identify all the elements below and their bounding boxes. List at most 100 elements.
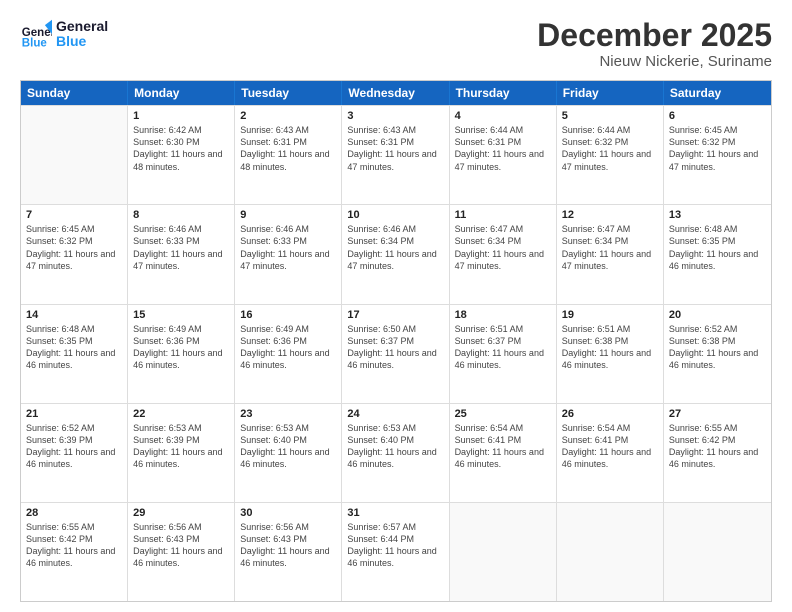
day-number: 16: [240, 309, 336, 321]
cell-info: Sunrise: 6:52 AM Sunset: 6:38 PM Dayligh…: [669, 323, 766, 372]
header-day-thursday: Thursday: [450, 81, 557, 105]
svg-text:Blue: Blue: [22, 37, 48, 49]
day-number: 15: [133, 309, 229, 321]
calendar-cell: 22 Sunrise: 6:53 AM Sunset: 6:39 PM Dayli…: [128, 404, 235, 502]
calendar-cell: 4 Sunrise: 6:44 AM Sunset: 6:31 PM Daylig…: [450, 106, 557, 204]
day-number: 29: [133, 507, 229, 519]
day-number: 25: [455, 408, 551, 420]
cell-info: Sunrise: 6:53 AM Sunset: 6:40 PM Dayligh…: [240, 422, 336, 471]
cell-info: Sunrise: 6:56 AM Sunset: 6:43 PM Dayligh…: [133, 521, 229, 570]
day-number: 18: [455, 309, 551, 321]
cell-info: Sunrise: 6:43 AM Sunset: 6:31 PM Dayligh…: [347, 124, 443, 173]
day-number: 4: [455, 110, 551, 122]
logo-general: General: [56, 19, 108, 34]
calendar-cell: 26Sunrise: 6:54 AM Sunset: 6:41 PM Dayli…: [557, 404, 664, 502]
calendar-cell: 9 Sunrise: 6:46 AM Sunset: 6:33 PM Daylig…: [235, 205, 342, 303]
day-number: 1: [133, 110, 229, 122]
logo-icon: General Blue: [20, 18, 52, 50]
calendar-cell: 24Sunrise: 6:53 AM Sunset: 6:40 PM Dayli…: [342, 404, 449, 502]
subtitle: Nieuw Nickerie, Suriname: [537, 53, 772, 70]
day-number: 31: [347, 507, 443, 519]
calendar-cell: [21, 106, 128, 204]
calendar-cell: 29 Sunrise: 6:56 AM Sunset: 6:43 PM Dayli…: [128, 503, 235, 601]
calendar-cell: 3Sunrise: 6:43 AM Sunset: 6:31 PM Daylig…: [342, 106, 449, 204]
day-number: 30: [240, 507, 336, 519]
day-number: 13: [669, 209, 766, 221]
cell-info: Sunrise: 6:49 AM Sunset: 6:36 PM Dayligh…: [240, 323, 336, 372]
day-number: 22: [133, 408, 229, 420]
cell-info: Sunrise: 6:48 AM Sunset: 6:35 PM Dayligh…: [669, 223, 766, 272]
header-day-tuesday: Tuesday: [235, 81, 342, 105]
day-number: 23: [240, 408, 336, 420]
calendar-cell: 5Sunrise: 6:44 AM Sunset: 6:32 PM Daylig…: [557, 106, 664, 204]
cell-info: Sunrise: 6:54 AM Sunset: 6:41 PM Dayligh…: [455, 422, 551, 471]
calendar-cell: 18Sunrise: 6:51 AM Sunset: 6:37 PM Dayli…: [450, 305, 557, 403]
day-number: 26: [562, 408, 658, 420]
calendar-cell: 21 Sunrise: 6:52 AM Sunset: 6:39 PM Dayli…: [21, 404, 128, 502]
calendar-row: 21 Sunrise: 6:52 AM Sunset: 6:39 PM Dayli…: [21, 403, 771, 502]
cell-info: Sunrise: 6:46 AM Sunset: 6:33 PM Dayligh…: [240, 223, 336, 272]
cell-info: Sunrise: 6:48 AM Sunset: 6:35 PM Dayligh…: [26, 323, 122, 372]
calendar-cell: 7 Sunrise: 6:45 AM Sunset: 6:32 PM Daylig…: [21, 205, 128, 303]
cell-info: Sunrise: 6:55 AM Sunset: 6:42 PM Dayligh…: [669, 422, 766, 471]
day-number: 19: [562, 309, 658, 321]
logo: General Blue General Blue: [20, 18, 108, 50]
cell-info: Sunrise: 6:50 AM Sunset: 6:37 PM Dayligh…: [347, 323, 443, 372]
calendar-cell: 11 Sunrise: 6:47 AM Sunset: 6:34 PM Dayli…: [450, 205, 557, 303]
page: General Blue General Blue December 2025 …: [0, 0, 792, 612]
calendar-row: 14 Sunrise: 6:48 AM Sunset: 6:35 PM Dayli…: [21, 304, 771, 403]
day-number: 11: [455, 209, 551, 221]
calendar-header: SundayMondayTuesdayWednesdayThursdayFrid…: [21, 81, 771, 105]
calendar-row: 7 Sunrise: 6:45 AM Sunset: 6:32 PM Daylig…: [21, 204, 771, 303]
logo-blue: Blue: [56, 34, 108, 49]
calendar-cell: 13 Sunrise: 6:48 AM Sunset: 6:35 PM Dayli…: [664, 205, 771, 303]
cell-info: Sunrise: 6:56 AM Sunset: 6:43 PM Dayligh…: [240, 521, 336, 570]
calendar-cell: 30 Sunrise: 6:56 AM Sunset: 6:43 PM Dayli…: [235, 503, 342, 601]
header-day-saturday: Saturday: [664, 81, 771, 105]
day-number: 14: [26, 309, 122, 321]
main-title: December 2025: [537, 18, 772, 53]
calendar-cell: 17Sunrise: 6:50 AM Sunset: 6:37 PM Dayli…: [342, 305, 449, 403]
calendar: SundayMondayTuesdayWednesdayThursdayFrid…: [20, 80, 772, 602]
cell-info: Sunrise: 6:45 AM Sunset: 6:32 PM Dayligh…: [26, 223, 122, 272]
calendar-row: 1 Sunrise: 6:42 AM Sunset: 6:30 PM Daylig…: [21, 105, 771, 204]
calendar-cell: [450, 503, 557, 601]
cell-info: Sunrise: 6:47 AM Sunset: 6:34 PM Dayligh…: [562, 223, 658, 272]
day-number: 9: [240, 209, 336, 221]
day-number: 20: [669, 309, 766, 321]
calendar-cell: 25 Sunrise: 6:54 AM Sunset: 6:41 PM Dayli…: [450, 404, 557, 502]
calendar-cell: 20 Sunrise: 6:52 AM Sunset: 6:38 PM Dayli…: [664, 305, 771, 403]
day-number: 8: [133, 209, 229, 221]
calendar-row: 28Sunrise: 6:55 AM Sunset: 6:42 PM Dayli…: [21, 502, 771, 601]
calendar-cell: 8 Sunrise: 6:46 AM Sunset: 6:33 PM Daylig…: [128, 205, 235, 303]
cell-info: Sunrise: 6:46 AM Sunset: 6:34 PM Dayligh…: [347, 223, 443, 272]
day-number: 6: [669, 110, 766, 122]
calendar-cell: 28Sunrise: 6:55 AM Sunset: 6:42 PM Dayli…: [21, 503, 128, 601]
header-day-monday: Monday: [128, 81, 235, 105]
cell-info: Sunrise: 6:46 AM Sunset: 6:33 PM Dayligh…: [133, 223, 229, 272]
cell-info: Sunrise: 6:44 AM Sunset: 6:32 PM Dayligh…: [562, 124, 658, 173]
cell-info: Sunrise: 6:53 AM Sunset: 6:39 PM Dayligh…: [133, 422, 229, 471]
cell-info: Sunrise: 6:53 AM Sunset: 6:40 PM Dayligh…: [347, 422, 443, 471]
header: General Blue General Blue December 2025 …: [20, 18, 772, 70]
calendar-cell: 19 Sunrise: 6:51 AM Sunset: 6:38 PM Dayli…: [557, 305, 664, 403]
cell-info: Sunrise: 6:45 AM Sunset: 6:32 PM Dayligh…: [669, 124, 766, 173]
calendar-cell: 2Sunrise: 6:43 AM Sunset: 6:31 PM Daylig…: [235, 106, 342, 204]
day-number: 2: [240, 110, 336, 122]
calendar-cell: 14 Sunrise: 6:48 AM Sunset: 6:35 PM Dayli…: [21, 305, 128, 403]
calendar-cell: 23 Sunrise: 6:53 AM Sunset: 6:40 PM Dayli…: [235, 404, 342, 502]
cell-info: Sunrise: 6:44 AM Sunset: 6:31 PM Dayligh…: [455, 124, 551, 173]
cell-info: Sunrise: 6:42 AM Sunset: 6:30 PM Dayligh…: [133, 124, 229, 173]
header-day-wednesday: Wednesday: [342, 81, 449, 105]
day-number: 27: [669, 408, 766, 420]
calendar-cell: [664, 503, 771, 601]
cell-info: Sunrise: 6:52 AM Sunset: 6:39 PM Dayligh…: [26, 422, 122, 471]
calendar-cell: 12Sunrise: 6:47 AM Sunset: 6:34 PM Dayli…: [557, 205, 664, 303]
cell-info: Sunrise: 6:51 AM Sunset: 6:38 PM Dayligh…: [562, 323, 658, 372]
cell-info: Sunrise: 6:49 AM Sunset: 6:36 PM Dayligh…: [133, 323, 229, 372]
day-number: 7: [26, 209, 122, 221]
header-day-friday: Friday: [557, 81, 664, 105]
cell-info: Sunrise: 6:47 AM Sunset: 6:34 PM Dayligh…: [455, 223, 551, 272]
day-number: 21: [26, 408, 122, 420]
day-number: 10: [347, 209, 443, 221]
